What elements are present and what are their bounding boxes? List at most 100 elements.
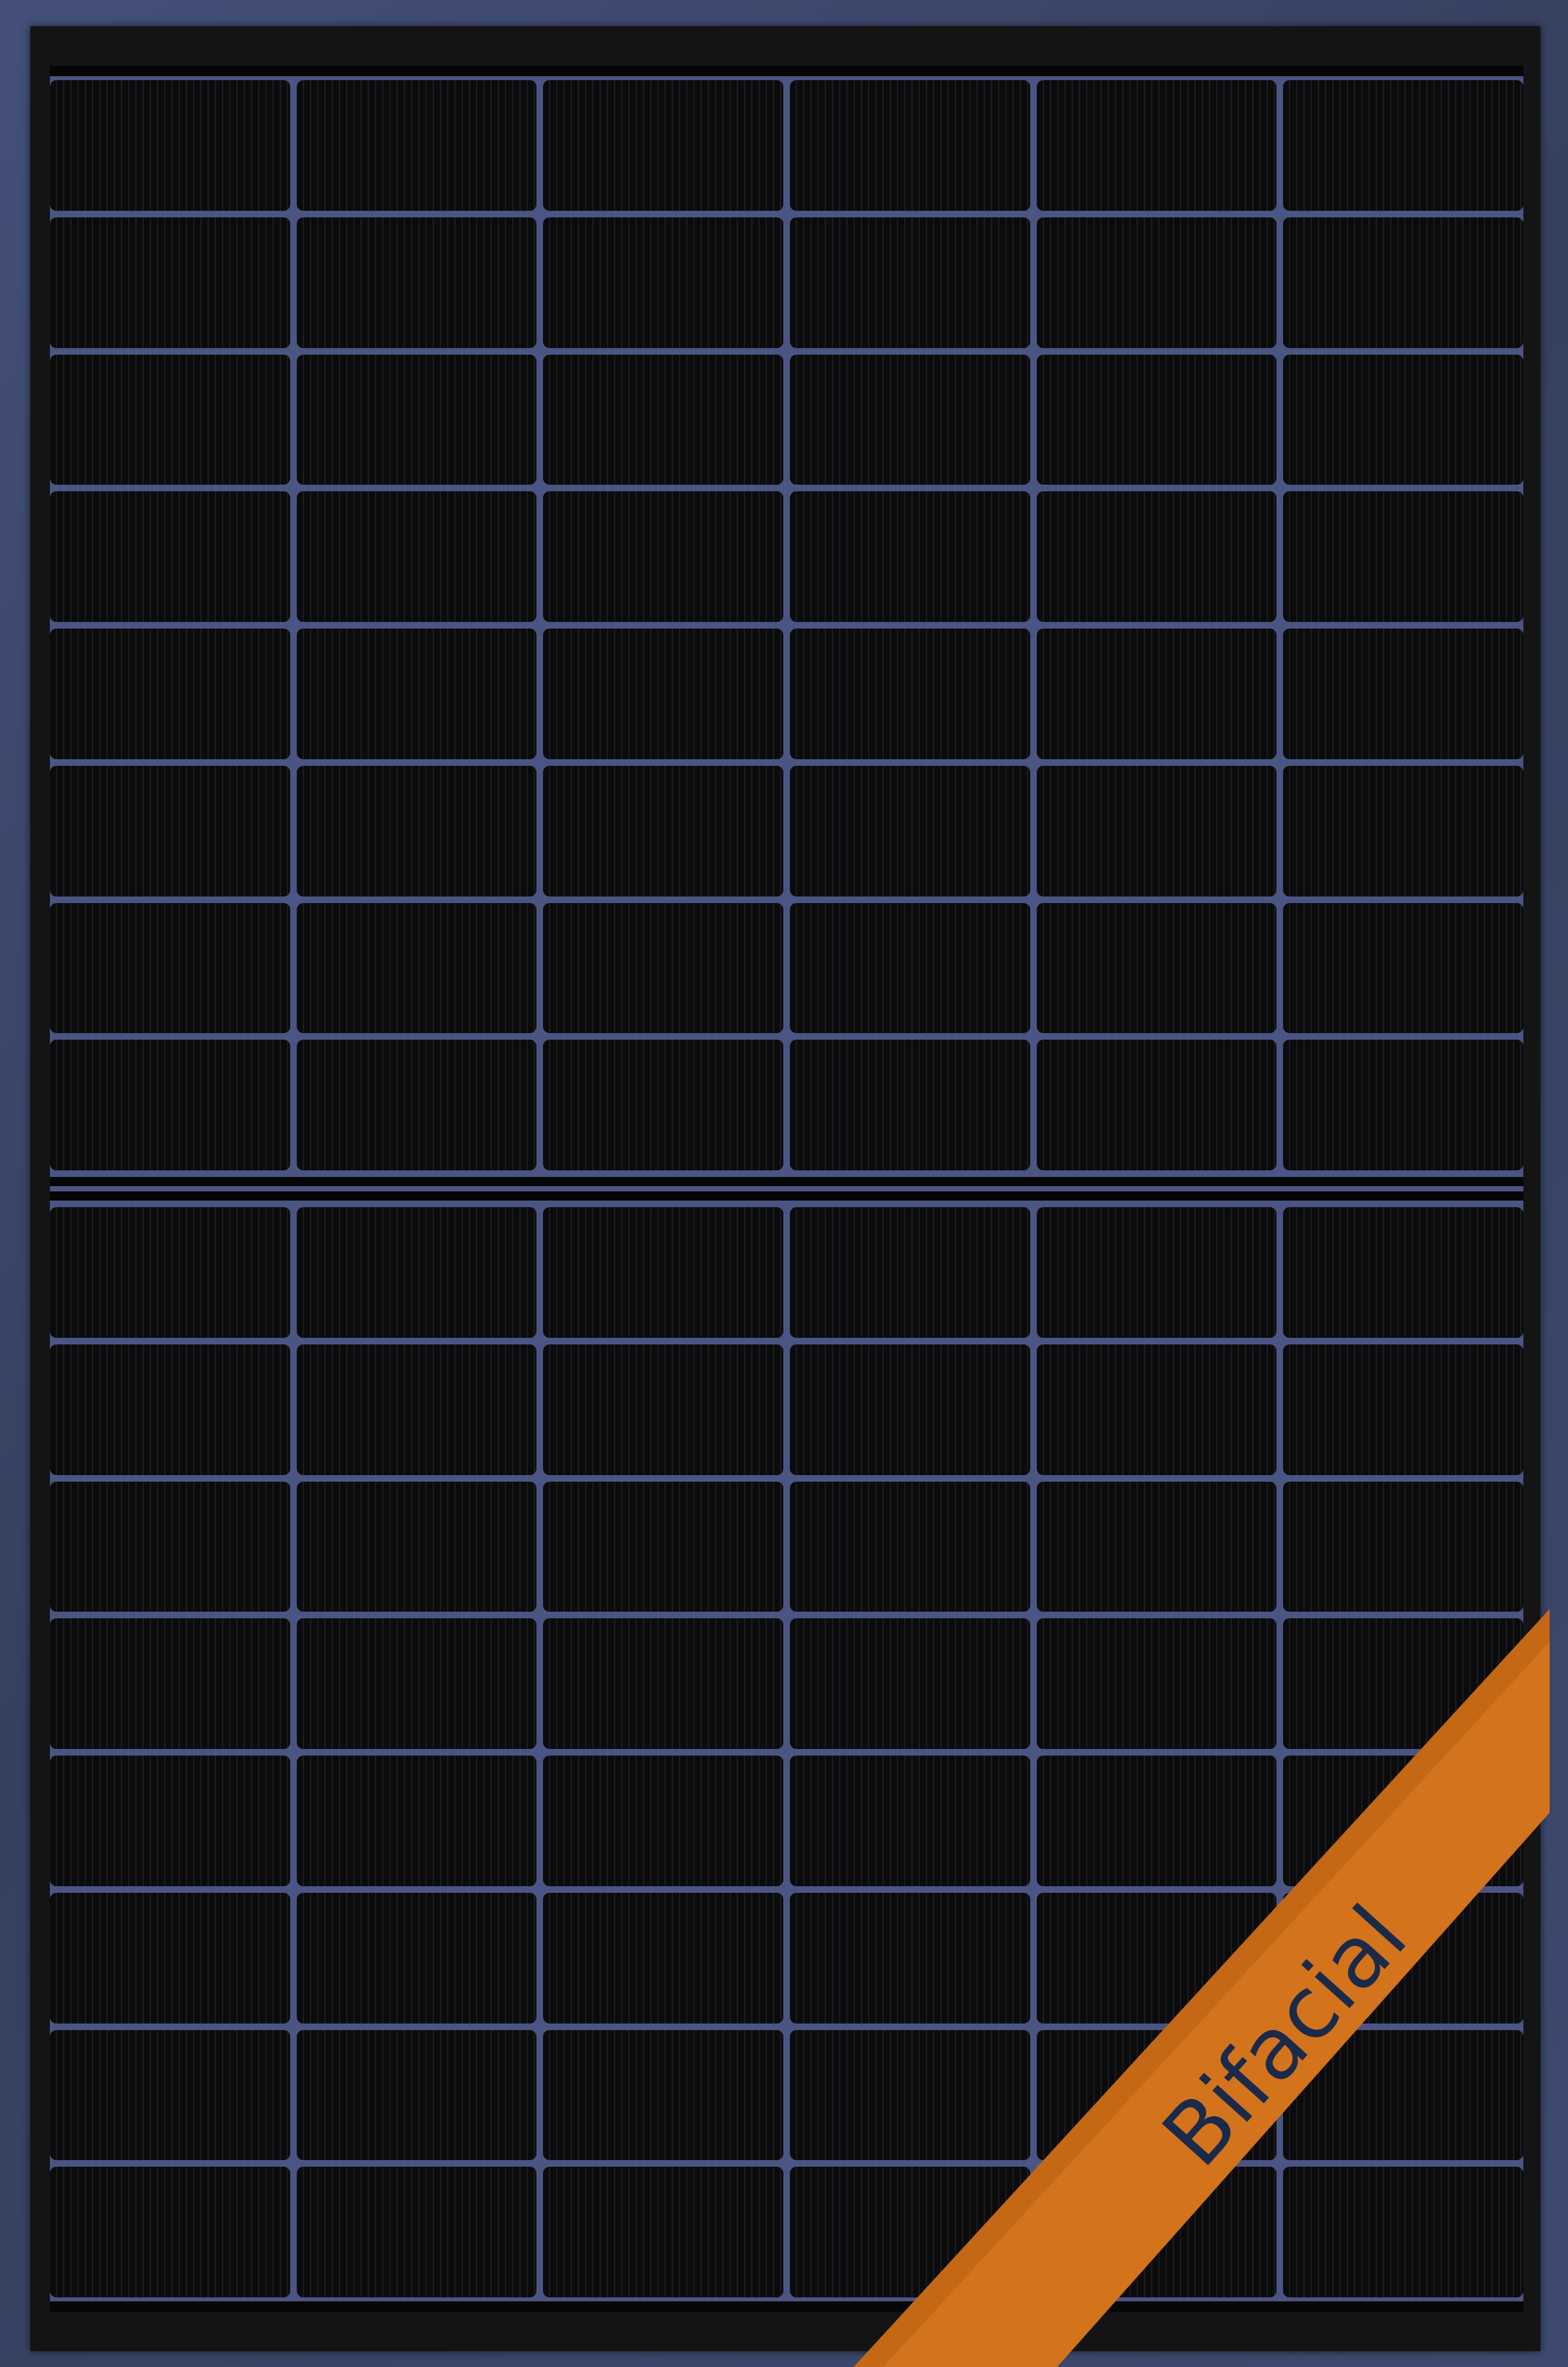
solar-cell bbox=[1036, 1481, 1277, 1612]
solar-cell bbox=[1036, 2167, 1277, 2297]
solar-cell bbox=[50, 1040, 290, 1170]
solar-cell bbox=[790, 2167, 1030, 2297]
solar-cell bbox=[1283, 1892, 1523, 2024]
solar-cell bbox=[50, 491, 290, 622]
solar-cell bbox=[50, 1207, 290, 1338]
solar-cell bbox=[296, 80, 537, 211]
solar-cell bbox=[1283, 491, 1523, 622]
solar-cell bbox=[790, 1756, 1030, 1886]
solar-cell bbox=[543, 765, 783, 896]
solar-cell bbox=[50, 2167, 290, 2297]
solar-cell bbox=[1036, 354, 1277, 485]
busbar bbox=[50, 2301, 1523, 2312]
solar-cell bbox=[1036, 1207, 1277, 1338]
product-image: Bifacial bbox=[0, 0, 1568, 2367]
solar-cell bbox=[296, 1618, 537, 1749]
solar-cell bbox=[1283, 354, 1523, 485]
solar-cell bbox=[50, 1756, 290, 1886]
solar-cell bbox=[296, 1344, 537, 1475]
solar-cell bbox=[50, 2029, 290, 2161]
solar-cell bbox=[790, 1207, 1030, 1338]
solar-cell bbox=[1283, 1756, 1523, 1886]
solar-cell bbox=[296, 1481, 537, 1612]
solar-cell bbox=[1283, 629, 1523, 759]
solar-cell bbox=[543, 1207, 783, 1338]
solar-panel bbox=[50, 66, 1523, 2312]
solar-cell bbox=[543, 1892, 783, 2024]
solar-cell bbox=[1283, 1344, 1523, 1475]
solar-cell bbox=[790, 1481, 1030, 1612]
solar-cell bbox=[1283, 1040, 1523, 1170]
solar-cell bbox=[296, 491, 537, 622]
solar-cell bbox=[543, 2167, 783, 2297]
solar-cell bbox=[790, 354, 1030, 485]
solar-cell bbox=[543, 80, 783, 211]
solar-cell bbox=[50, 1618, 290, 1749]
solar-cell bbox=[1283, 2167, 1523, 2297]
solar-cell bbox=[1036, 80, 1277, 211]
solar-cell bbox=[296, 765, 537, 896]
solar-cell bbox=[1036, 1040, 1277, 1170]
solar-cell bbox=[1036, 1892, 1277, 2024]
solar-cell bbox=[50, 629, 290, 759]
solar-cell bbox=[1036, 491, 1277, 622]
solar-cell bbox=[543, 902, 783, 1034]
solar-cell bbox=[543, 2029, 783, 2161]
solar-cell bbox=[50, 354, 290, 485]
solar-cell bbox=[790, 629, 1030, 759]
solar-cell bbox=[790, 765, 1030, 896]
solar-cell bbox=[790, 902, 1030, 1034]
solar-cell bbox=[543, 1481, 783, 1612]
solar-cell bbox=[1283, 1481, 1523, 1612]
busbar bbox=[50, 1191, 1523, 1201]
solar-cell bbox=[790, 2029, 1030, 2161]
solar-cell bbox=[1036, 217, 1277, 348]
solar-cell bbox=[790, 1040, 1030, 1170]
solar-cell bbox=[543, 1756, 783, 1886]
solar-cell bbox=[790, 217, 1030, 348]
busbar bbox=[50, 66, 1523, 76]
solar-cell bbox=[1036, 1344, 1277, 1475]
solar-cell bbox=[1036, 629, 1277, 759]
solar-cell bbox=[296, 629, 537, 759]
solar-cell bbox=[790, 491, 1030, 622]
solar-cell bbox=[790, 80, 1030, 211]
solar-cell bbox=[1283, 2029, 1523, 2161]
solar-cell bbox=[790, 1892, 1030, 2024]
solar-cell bbox=[50, 1892, 290, 2024]
solar-cell bbox=[543, 1618, 783, 1749]
solar-cell bbox=[1036, 1756, 1277, 1886]
solar-cell bbox=[1036, 765, 1277, 896]
solar-cell bbox=[296, 2167, 537, 2297]
solar-cell bbox=[296, 1207, 537, 1338]
solar-cell bbox=[296, 902, 537, 1034]
solar-cell bbox=[296, 1040, 537, 1170]
solar-cell bbox=[1283, 765, 1523, 896]
solar-cell bbox=[50, 902, 290, 1034]
solar-cell bbox=[50, 217, 290, 348]
solar-cell bbox=[790, 1618, 1030, 1749]
solar-cell bbox=[296, 2029, 537, 2161]
solar-cell bbox=[50, 1481, 290, 1612]
solar-cell bbox=[50, 765, 290, 896]
solar-cell bbox=[543, 1344, 783, 1475]
solar-cell bbox=[296, 354, 537, 485]
solar-cell bbox=[296, 1892, 537, 2024]
solar-cell bbox=[1036, 2029, 1277, 2161]
solar-cell bbox=[543, 629, 783, 759]
solar-cell bbox=[543, 491, 783, 622]
solar-cell bbox=[543, 1040, 783, 1170]
busbar bbox=[50, 1177, 1523, 1186]
solar-cell bbox=[296, 217, 537, 348]
solar-cell bbox=[543, 354, 783, 485]
solar-cell bbox=[1283, 1207, 1523, 1338]
solar-cell bbox=[296, 1756, 537, 1886]
solar-cell bbox=[543, 217, 783, 348]
solar-cell bbox=[1283, 1618, 1523, 1749]
solar-cell bbox=[1283, 902, 1523, 1034]
solar-cell bbox=[1283, 217, 1523, 348]
solar-cell bbox=[1036, 1618, 1277, 1749]
solar-cell bbox=[50, 1344, 290, 1475]
solar-cell bbox=[790, 1344, 1030, 1475]
solar-cell bbox=[1283, 80, 1523, 211]
